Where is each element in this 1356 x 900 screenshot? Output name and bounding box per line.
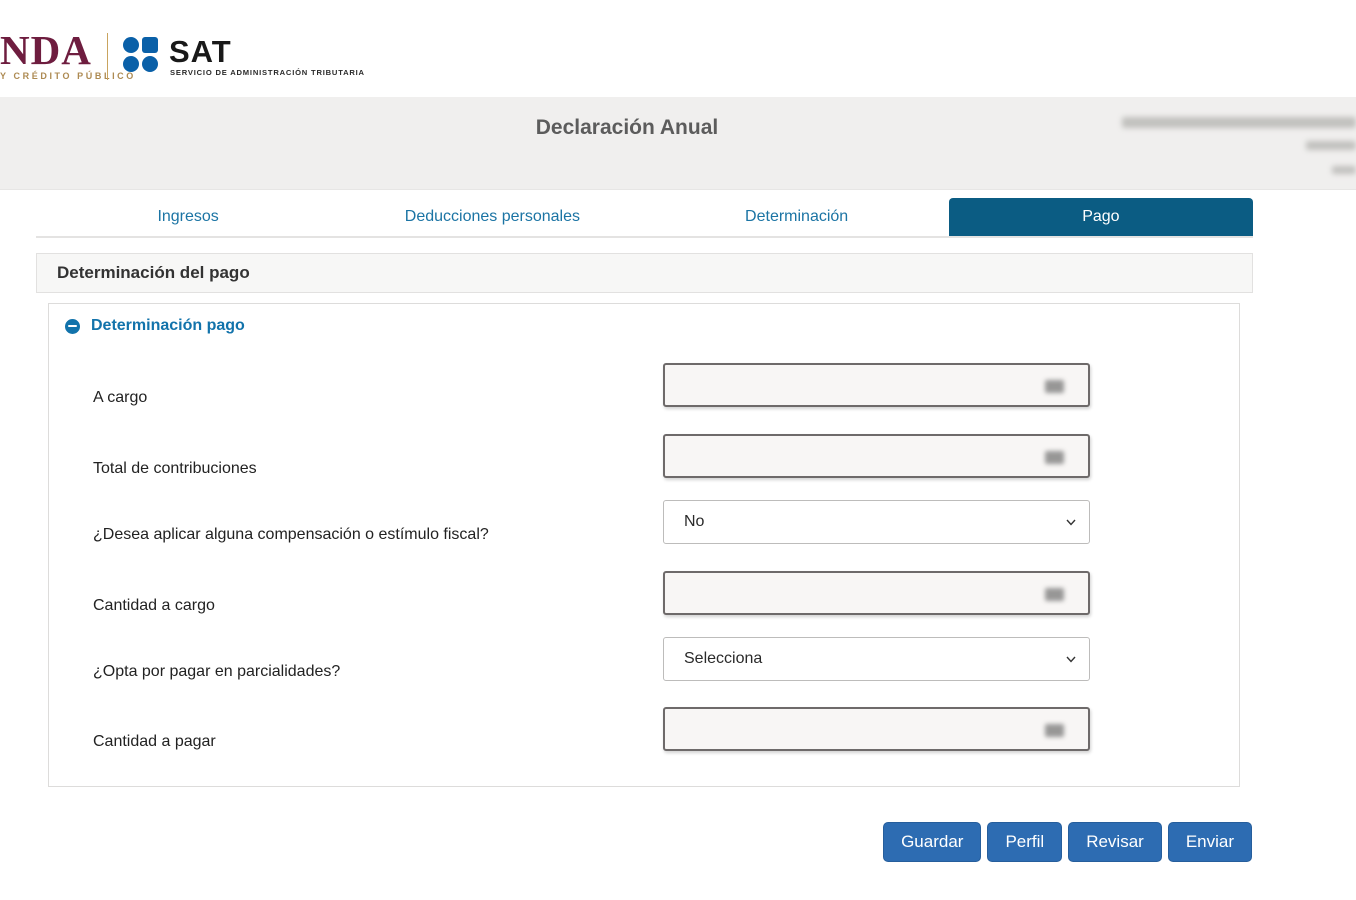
tab-ingresos[interactable]: Ingresos [36, 198, 340, 236]
redacted-user-rfc [1306, 141, 1356, 150]
redacted-value [1045, 380, 1064, 393]
tab-determinacion[interactable]: Determinación [645, 198, 949, 236]
sat-logo-dot [142, 56, 158, 72]
cantidad-a-cargo-input[interactable] [663, 571, 1090, 615]
sat-logo-icon [123, 37, 159, 73]
hacienda-logo: NDA Y CRÉDITO PÚBLICO [0, 30, 136, 81]
cantidad-a-pagar-label: Cantidad a pagar [93, 733, 653, 751]
chevron-down-icon [1065, 516, 1077, 528]
redacted-value [1045, 724, 1064, 737]
parcialidades-select[interactable]: Selecciona [663, 637, 1090, 681]
redacted-value [1045, 588, 1064, 601]
hacienda-subtext: Y CRÉDITO PÚBLICO [0, 71, 136, 81]
tab-bar: Ingresos Deducciones personales Determin… [36, 198, 1253, 238]
panel-title: Determinación pago [91, 317, 245, 335]
total-contribuciones-label: Total de contribuciones [93, 460, 653, 478]
guardar-button[interactable]: Guardar [883, 822, 981, 862]
compensacion-selected-value: No [684, 513, 704, 531]
enviar-button[interactable]: Enviar [1168, 822, 1252, 862]
logo-header: NDA Y CRÉDITO PÚBLICO SAT SERVICIO DE AD… [0, 0, 1356, 97]
cantidad-a-cargo-label: Cantidad a cargo [93, 597, 653, 615]
a-cargo-input[interactable] [663, 363, 1090, 407]
tab-deducciones-personales[interactable]: Deducciones personales [340, 198, 644, 236]
tab-pago[interactable]: Pago [949, 198, 1253, 236]
compensacion-select[interactable]: No [663, 500, 1090, 544]
title-band: Declaración Anual [0, 97, 1356, 190]
sat-wordmark: SAT [169, 34, 232, 70]
chevron-down-icon [1065, 653, 1077, 665]
section-title: Determinación del pago [57, 263, 250, 283]
cantidad-a-pagar-input[interactable] [663, 707, 1090, 751]
action-button-row: Guardar Perfil Revisar Enviar [883, 822, 1252, 862]
redacted-user-name [1122, 117, 1356, 128]
determinacion-pago-panel: Determinación pago A cargo Total de cont… [48, 303, 1240, 787]
sat-logo-dot [123, 56, 139, 72]
minus-circle-icon[interactable] [65, 319, 80, 334]
sat-logo-square [142, 37, 158, 53]
a-cargo-label: A cargo [93, 389, 653, 407]
section-header: Determinación del pago [36, 253, 1253, 293]
revisar-button[interactable]: Revisar [1068, 822, 1162, 862]
redacted-value [1045, 451, 1064, 464]
panel-collapse-header[interactable]: Determinación pago [65, 317, 245, 335]
perfil-button[interactable]: Perfil [987, 822, 1062, 862]
sat-subtext: SERVICIO DE ADMINISTRACIÓN TRIBUTARIA [170, 68, 365, 77]
page-title: Declaración Anual [0, 116, 1254, 140]
hacienda-wordmark: NDA [0, 30, 136, 70]
sat-logo-dot [123, 37, 139, 53]
total-contribuciones-input[interactable] [663, 434, 1090, 478]
redacted-user-info [1332, 166, 1356, 174]
declaracion-anual-page: NDA Y CRÉDITO PÚBLICO SAT SERVICIO DE AD… [0, 0, 1356, 900]
parcialidades-selected-value: Selecciona [684, 650, 762, 668]
parcialidades-label: ¿Opta por pagar en parcialidades? [93, 663, 653, 681]
compensacion-label: ¿Desea aplicar alguna compensación o est… [93, 526, 653, 544]
logo-divider [107, 33, 108, 80]
